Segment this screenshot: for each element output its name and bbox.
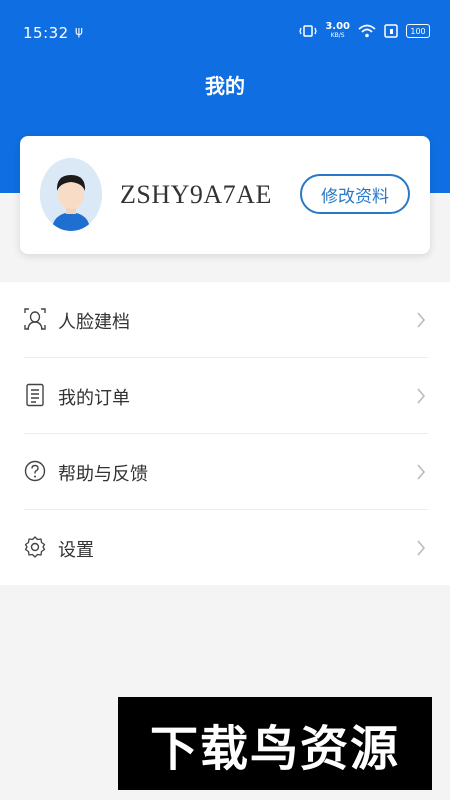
watermark: 下载鸟资源 [118,697,432,790]
chevron-right-icon [417,464,426,480]
order-list-icon [26,383,44,407]
chevron-right-icon [417,388,426,404]
menu-item-label: 帮助与反馈 [58,464,148,485]
menu-item-label: 我的订单 [58,388,130,409]
menu-item-help-feedback[interactable]: 帮助与反馈 [0,434,450,510]
status-time: 15:32 [23,24,69,42]
page-title: 我的 [205,74,245,98]
wifi-icon [358,24,376,38]
chevron-right-icon [417,312,426,328]
username: ZSHY9A7AE [120,180,272,209]
profile-card: ZSHY9A7AE 修改资料 [20,136,430,254]
usb-icon: ψ [75,24,83,38]
sim-icon [384,24,398,38]
avatar[interactable] [40,158,102,231]
status-bar: 15:32 ψ 3.00 KB/S 100 [0,0,450,60]
network-speed: 3.00 KB/S [325,21,350,40]
help-icon [24,460,46,482]
menu-item-label: 设置 [58,540,94,561]
face-scan-icon [24,308,46,330]
battery-icon: 100 [406,24,430,38]
menu-item-label: 人脸建档 [58,312,130,333]
vibrate-icon [299,25,317,37]
menu-item-face-archive[interactable]: 人脸建档 [0,282,450,358]
menu-item-settings[interactable]: 设置 [0,510,450,586]
gear-icon [24,536,46,558]
chevron-right-icon [417,540,426,556]
edit-profile-button[interactable]: 修改资料 [300,174,410,214]
watermark-text: 下载鸟资源 [149,720,400,777]
menu-list: 人脸建档 我的订单 帮助与反馈 设置 [0,282,450,585]
menu-item-my-orders[interactable]: 我的订单 [0,358,450,434]
user-avatar-icon [40,158,102,231]
status-indicators: 3.00 KB/S 100 [299,22,430,40]
